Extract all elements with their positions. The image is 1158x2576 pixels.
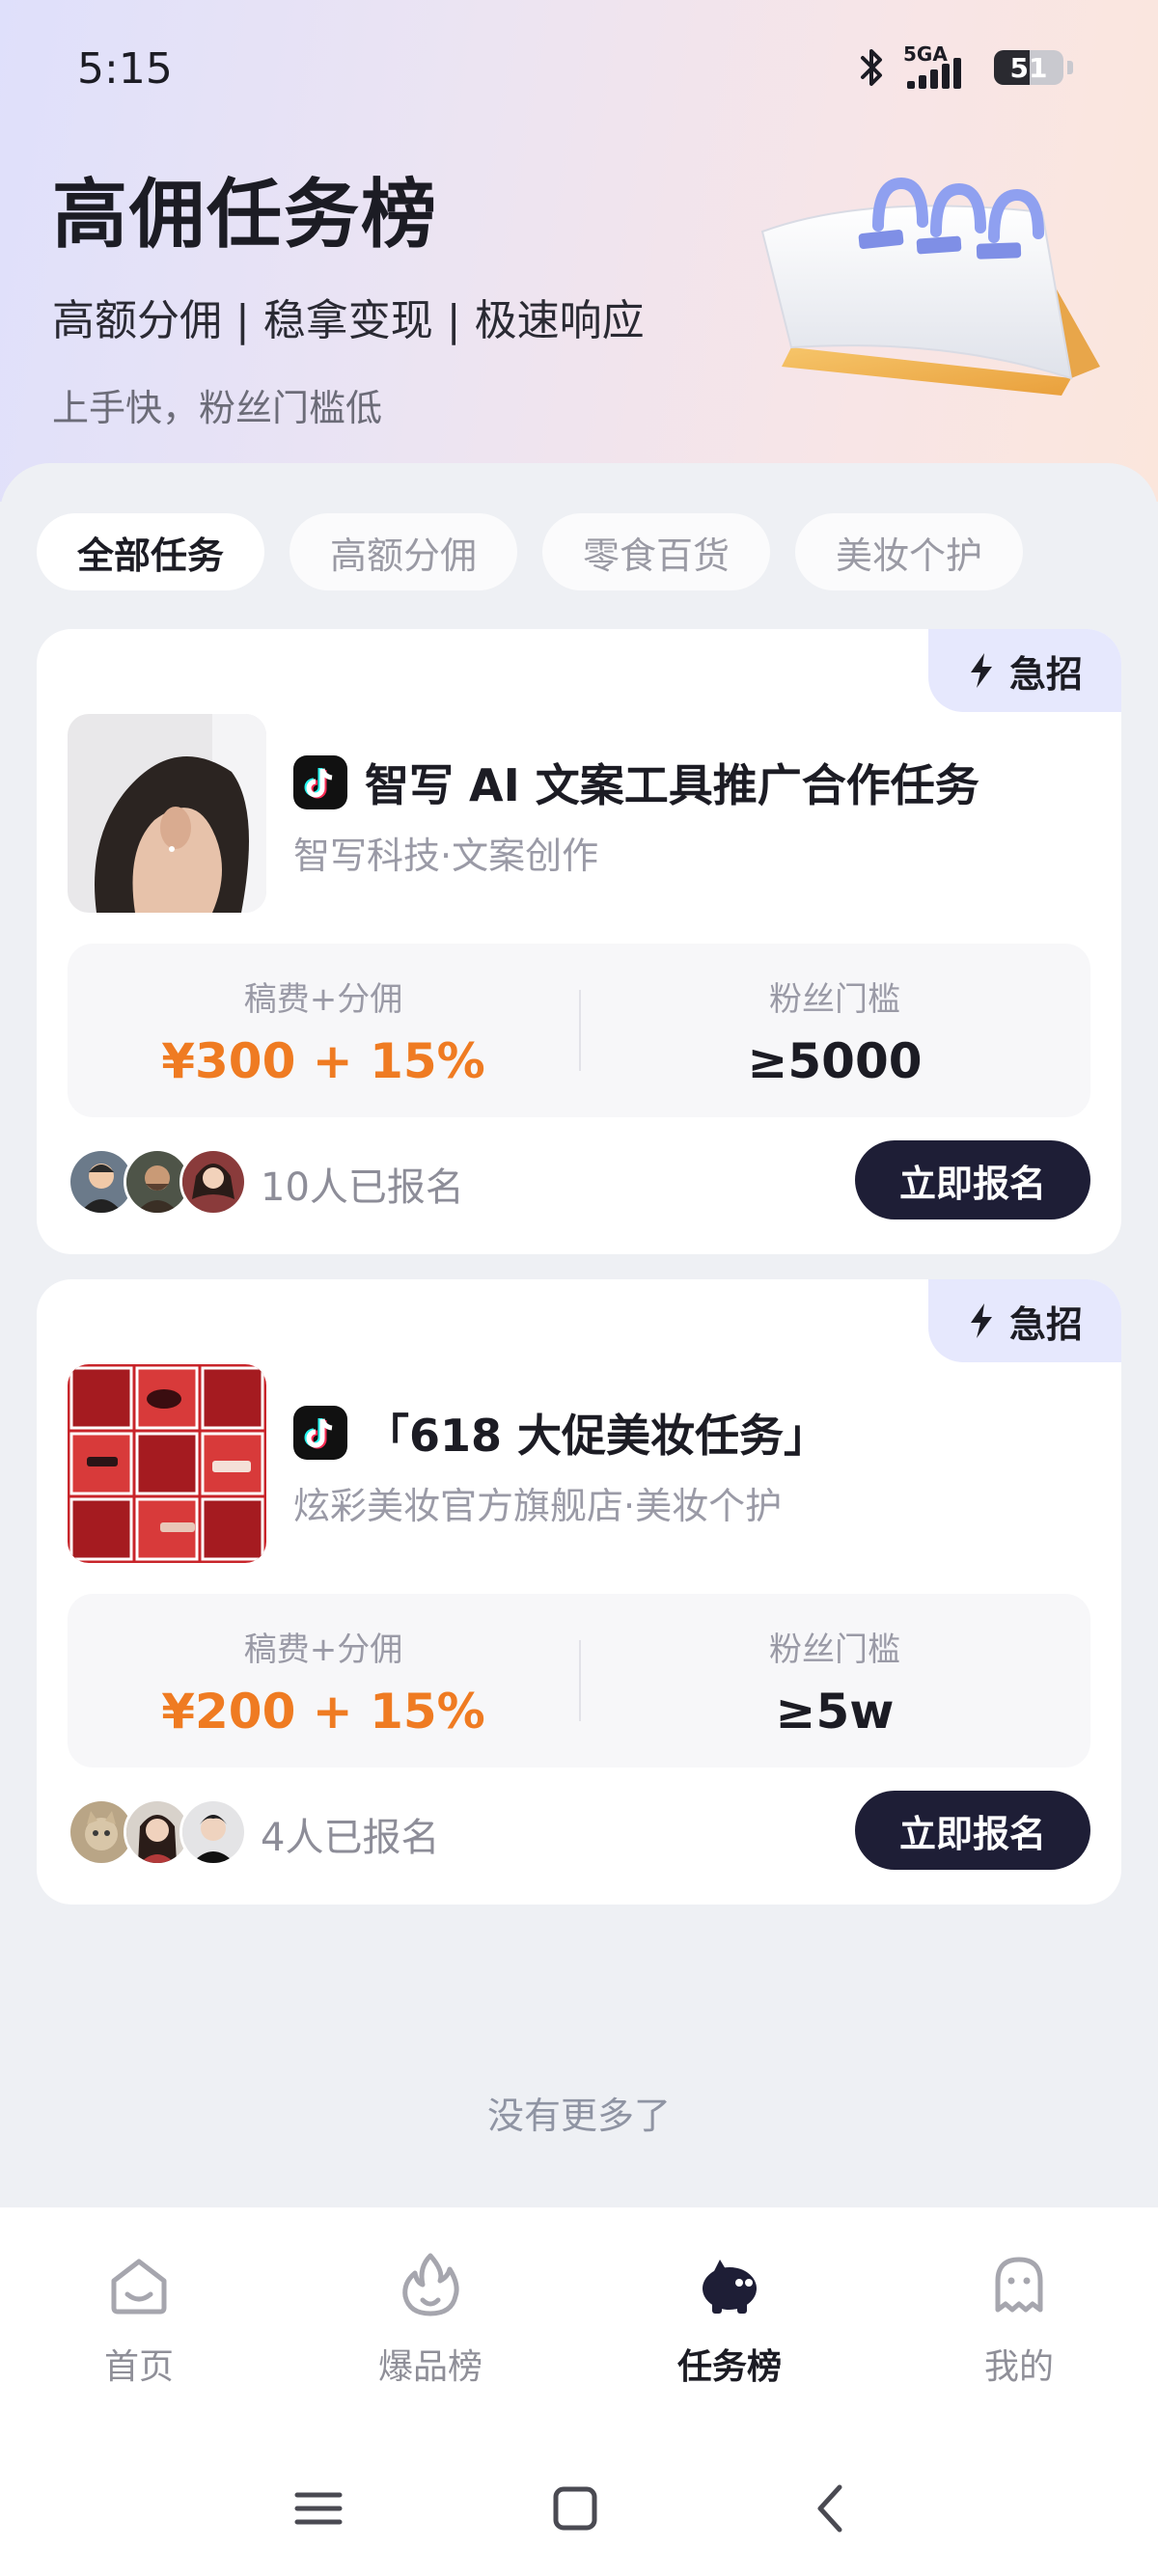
task-stats: 稿费+分佣 ¥300 + 15% 粉丝门槛 ≥5000 (68, 944, 1090, 1117)
calendar-illustration (760, 177, 1100, 396)
status-time: 5:15 (77, 44, 173, 94)
fee-label: 稿费+分佣 (243, 1631, 403, 1669)
nav-item-hot-products[interactable]: 爆品榜 (344, 2250, 517, 2389)
task-title-row: 「618 大促美妆任务」 (293, 1401, 828, 1465)
threshold-label: 粉丝门槛 (769, 1631, 900, 1669)
urgent-badge: 急招 (928, 1279, 1121, 1362)
join-button[interactable]: 立即报名 (855, 1791, 1090, 1870)
fee-label: 稿费+分佣 (243, 980, 403, 1019)
task-thumbnail (68, 1364, 266, 1563)
tab-beauty-care[interactable]: 美妆个护 (795, 513, 1024, 590)
enroll-count: 10人已报名 (261, 1165, 464, 1210)
task-company: 智写科技·文案创作 (293, 835, 599, 877)
tab-high-commission[interactable]: 高额分佣 (290, 513, 518, 590)
task-title-row: 智写 AI 文案工具推广合作任务 (293, 751, 979, 814)
back-icon[interactable] (793, 2470, 870, 2547)
category-tabs: 全部任务 高额分佣 零食百货 美妆个护 (37, 513, 1024, 590)
end-of-list-note: 没有更多了 (486, 2095, 671, 2137)
nav-item-task-board[interactable]: 任务榜 (643, 2250, 816, 2389)
tab-all-tasks[interactable]: 全部任务 (37, 513, 265, 590)
task-stats: 稿费+分佣 ¥200 + 15% 粉丝门槛 ≥5w (68, 1594, 1090, 1768)
tiktok-icon (293, 755, 347, 809)
enrolled-avatars (68, 1148, 247, 1216)
profile-icon (995, 2257, 1043, 2313)
menu-icon[interactable] (280, 2470, 357, 2547)
threshold-value: ≥5000 (747, 1033, 923, 1089)
lightning-icon (970, 653, 992, 688)
home-icon (111, 2259, 167, 2315)
signal-icon: 5GA (903, 42, 980, 91)
lightning-icon (970, 1303, 992, 1338)
status-icons: 5GA 51 (855, 42, 1073, 91)
system-navigation-bar (0, 2470, 1158, 2547)
task-thumbnail (68, 714, 266, 913)
task-list-panel: 全部任务 高额分佣 零食百货 美妆个护 急招 智写 AI 文案工具推广合作任务 … (0, 463, 1158, 2209)
tab-snacks-groceries[interactable]: 零食百货 (542, 513, 771, 590)
nav-item-home[interactable]: 首页 (52, 2250, 226, 2389)
piggy-bank-icon (703, 2260, 757, 2314)
flame-icon (402, 2253, 459, 2316)
hero-header: 5:15 5GA 51 高佣任务榜 高额分佣 | 稳拿变现 | 极速响应 上手快… (0, 0, 1158, 502)
nav-item-profile[interactable]: 我的 (932, 2250, 1106, 2389)
task-title: 「618 大促美妆任务」 (365, 1410, 829, 1462)
battery-icon: 51 (994, 50, 1063, 85)
threshold-label: 粉丝门槛 (769, 980, 900, 1019)
battery-level: 51 (1009, 52, 1048, 84)
enroll-count: 4人已报名 (261, 1816, 440, 1860)
status-bar: 5:15 5GA 51 (0, 0, 1158, 135)
urgent-badge: 急招 (928, 629, 1121, 712)
avatar (179, 1798, 247, 1866)
home-square-icon[interactable] (537, 2470, 614, 2547)
page-subtitle: 高额分佣 | 稳拿变现 | 极速响应 (52, 296, 645, 345)
task-card[interactable]: 急招 「618 大促美妆任务」 炫彩美妆官方旗舰店·美妆个护 稿费+分佣 ¥20… (37, 1279, 1121, 1905)
enrolled-avatars (68, 1798, 247, 1866)
fee-value: ¥300 + 15% (161, 1033, 485, 1089)
fee-value: ¥200 + 15% (161, 1684, 485, 1740)
task-company: 炫彩美妆官方旗舰店·美妆个护 (293, 1485, 783, 1527)
join-button[interactable]: 立即报名 (855, 1140, 1090, 1219)
page-title: 高佣任务榜 (52, 172, 439, 259)
task-card[interactable]: 急招 智写 AI 文案工具推广合作任务 智写科技·文案创作 稿费+分佣 ¥300… (37, 629, 1121, 1254)
avatar (179, 1148, 247, 1216)
threshold-value: ≥5w (775, 1684, 895, 1740)
task-title: 智写 AI 文案工具推广合作任务 (365, 759, 979, 811)
bluetooth-icon (861, 49, 882, 86)
page-tagline: 上手快，粉丝门槛低 (52, 387, 383, 429)
tiktok-icon (293, 1406, 347, 1460)
